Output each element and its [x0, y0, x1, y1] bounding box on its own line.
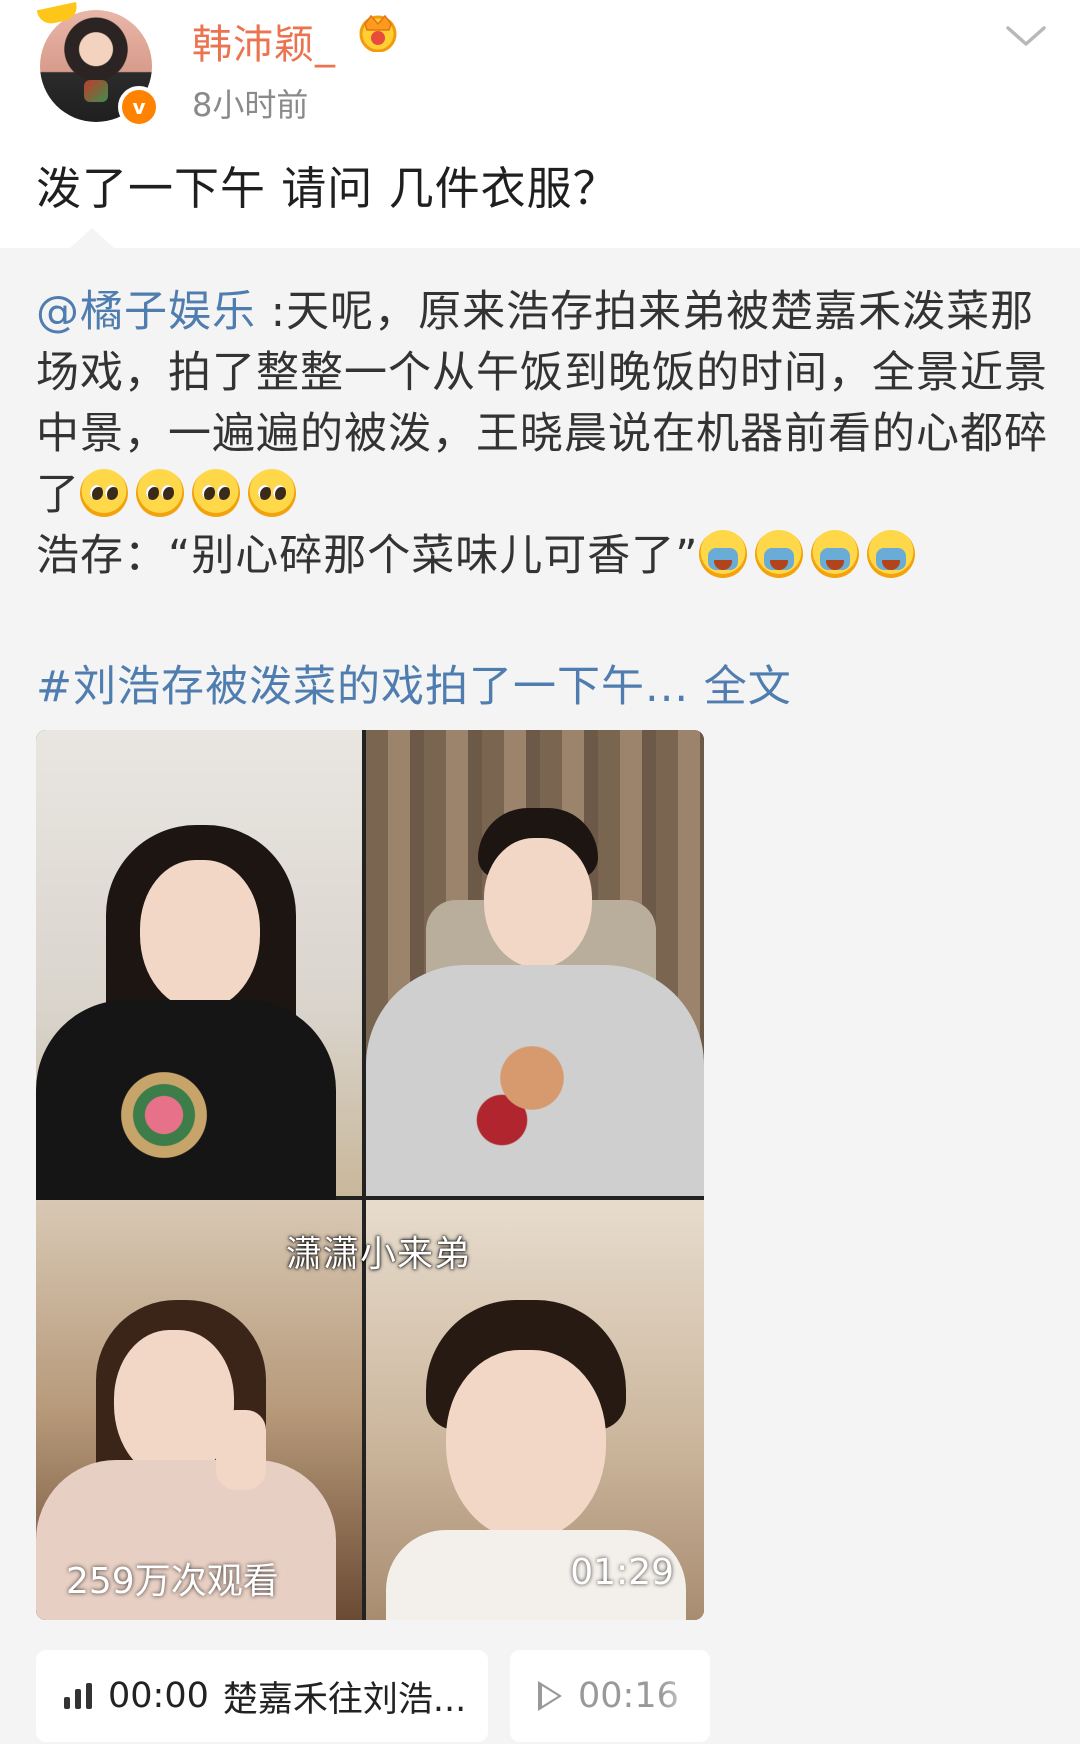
post-header: v 韩沛颖_ 8小时前 泼了一下午 请问 几件衣服？ [0, 0, 1080, 248]
view-count: 259万次观看 [66, 1561, 279, 1602]
crying-face-icon [754, 530, 803, 578]
play-icon [538, 1681, 562, 1711]
post-timestamp: 8小时前 [192, 86, 309, 124]
audio-bars-icon [64, 1683, 92, 1709]
crying-face-icon [698, 530, 747, 578]
audio-clip-2[interactable]: 00:16 [510, 1650, 710, 1742]
chevron-down-icon[interactable] [1004, 22, 1048, 52]
emoji-group-pleading [80, 469, 304, 520]
crying-face-icon [866, 530, 915, 578]
audio-time: 00:00 [108, 1676, 209, 1716]
video-caption: 潇潇小来弟 [286, 1234, 472, 1275]
video-duration: 01:29 [570, 1552, 674, 1593]
emoji-group-sob [698, 530, 923, 581]
pleading-face-icon [80, 469, 128, 517]
retweet-quote: 浩存：“别心碎那个菜味儿可香了” [36, 531, 699, 581]
pleading-face-icon [192, 469, 240, 517]
pleading-face-icon [136, 469, 184, 517]
post-text: 泼了一下午 请问 几件衣服？ [36, 162, 619, 215]
audio-title: 楚嘉禾往刘浩... [222, 1679, 467, 1720]
crown-icon [359, 14, 397, 52]
avatar[interactable]: v [36, 2, 160, 128]
video-player[interactable]: 潇潇小来弟 259万次观看 01:29 [36, 730, 704, 1620]
username[interactable]: 韩沛颖_ [192, 12, 336, 70]
crying-face-icon [810, 530, 859, 578]
retweet-notch [70, 228, 114, 248]
mention-link[interactable]: @橘子娱乐 [36, 287, 256, 337]
verified-icon: v [118, 86, 160, 128]
video-cell-top-right [366, 730, 704, 1196]
pleading-face-icon [248, 469, 296, 517]
audio-clip-1[interactable]: 00:00 楚嘉禾往刘浩... [36, 1650, 488, 1742]
topic-link[interactable]: #刘浩存被泼菜的戏拍了一下午... 全文 [36, 652, 792, 714]
retweet-text: @橘子娱乐 :天呢，原来浩存拍来弟被楚嘉禾泼菜那场戏，拍了整整一个从午饭到晚饭的… [36, 282, 1056, 587]
video-cell-top-left [36, 730, 362, 1200]
